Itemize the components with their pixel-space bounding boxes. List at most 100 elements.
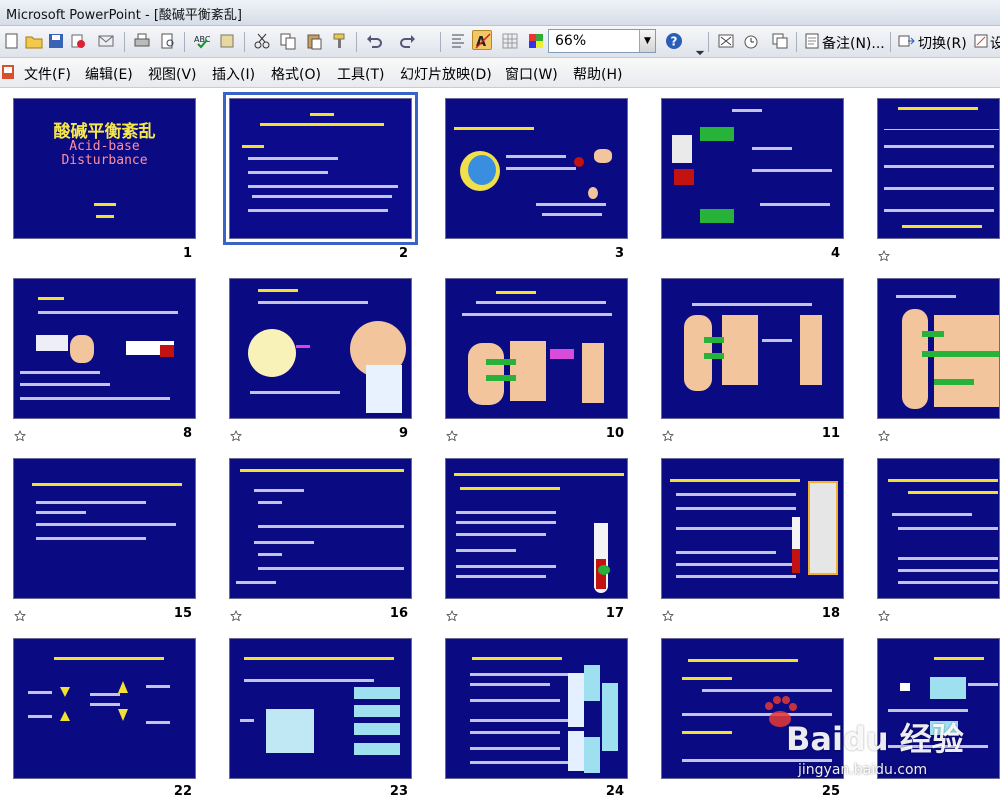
slide-thumbnail[interactable] (13, 278, 196, 419)
paste-icon[interactable] (304, 31, 324, 51)
transition-icon[interactable] (896, 31, 916, 51)
title-bar: Microsoft PowerPoint - [酸碱平衡紊乱] (0, 0, 1000, 26)
slide-number: 23 (389, 784, 408, 799)
toolbar-separator (796, 32, 797, 52)
slide-thumbnail[interactable] (229, 278, 412, 419)
slide-thumbnail[interactable] (877, 98, 1000, 239)
menu-tools[interactable]: 工具(T) (337, 64, 384, 84)
window-title: Microsoft PowerPoint - [酸碱平衡紊乱] (6, 8, 242, 23)
menu-slideshow[interactable]: 幻灯片放映(D) (400, 64, 492, 84)
transition-star-icon[interactable] (662, 430, 674, 442)
transition-star-icon[interactable] (14, 430, 26, 442)
email-icon[interactable] (96, 31, 116, 51)
slide-number: 16 (389, 606, 408, 621)
save-icon[interactable] (46, 31, 66, 51)
slide-number: 17 (605, 606, 624, 621)
new-document-icon[interactable] (2, 31, 22, 51)
slide-number: 22 (173, 784, 192, 799)
undo-icon[interactable] (364, 31, 384, 51)
slide-thumbnail[interactable] (877, 278, 1000, 419)
slide-thumbnail[interactable] (445, 638, 628, 779)
slide-thumbnail[interactable] (13, 458, 196, 599)
menu-view[interactable]: 视图(V) (148, 64, 197, 84)
notes-icon[interactable] (802, 31, 822, 51)
menu-help[interactable]: 帮助(H) (573, 64, 622, 84)
summary-slide-icon[interactable] (770, 31, 790, 51)
toolbar-separator (244, 32, 245, 52)
slide-number: 10 (605, 426, 624, 441)
slide-thumbnail[interactable]: 酸碱平衡紊乱 Acid-base Disturbance (13, 98, 196, 239)
menu-edit[interactable]: 编辑(E) (85, 64, 133, 84)
slide-number: 3 (614, 246, 624, 261)
switch-button[interactable]: 切换(R) (918, 33, 967, 53)
design-button[interactable]: 设 (990, 33, 1000, 53)
slide-thumbnail[interactable] (661, 278, 844, 419)
grid-icon[interactable] (500, 31, 520, 51)
show-formatting-icon[interactable]: A (472, 30, 492, 50)
slide-thumbnail[interactable] (13, 638, 196, 779)
transition-star-icon[interactable] (446, 610, 458, 622)
slide-thumbnail[interactable] (445, 278, 628, 419)
transition-star-icon[interactable] (662, 610, 674, 622)
rehearse-timings-icon[interactable] (742, 31, 762, 51)
redo-icon[interactable] (398, 31, 418, 51)
menu-window[interactable]: 窗口(W) (505, 64, 558, 84)
slide-number: 25 (821, 784, 840, 799)
slide-number: 1 (182, 246, 192, 261)
help-icon[interactable]: ? (664, 31, 684, 51)
slide-thumbnail[interactable] (877, 638, 1000, 779)
cut-icon[interactable] (252, 31, 272, 51)
slide-number: 11 (821, 426, 840, 441)
open-folder-icon[interactable] (24, 31, 44, 51)
notes-button[interactable]: 备注(N)... (822, 33, 885, 53)
app-document-icon[interactable] (2, 64, 16, 80)
slide-thumbnail[interactable] (229, 638, 412, 779)
slide-number: 9 (398, 426, 408, 441)
toolbar-separator (440, 32, 441, 52)
slide-number: 18 (821, 606, 840, 621)
copy-icon[interactable] (278, 31, 298, 51)
permission-icon[interactable] (68, 31, 88, 51)
spelling-icon[interactable]: ABC (192, 31, 212, 51)
toolbar-options-icon[interactable] (690, 38, 705, 56)
slide-subtitle: Disturbance (61, 153, 148, 168)
slide-number: 4 (830, 246, 840, 261)
transition-star-icon[interactable] (14, 610, 26, 622)
transition-star-icon[interactable] (230, 430, 242, 442)
slide-thumbnail[interactable] (445, 458, 628, 599)
menu-format[interactable]: 格式(O) (271, 64, 321, 84)
slide-thumbnail[interactable] (661, 458, 844, 599)
slide-number: 24 (605, 784, 624, 799)
transition-star-icon[interactable] (878, 430, 890, 442)
research-icon[interactable] (218, 31, 238, 51)
design-icon[interactable] (972, 31, 992, 51)
transition-star-icon[interactable] (878, 610, 890, 622)
toolbar-separator (356, 32, 357, 52)
slide-thumbnail[interactable] (229, 458, 412, 599)
transition-star-icon[interactable] (230, 610, 242, 622)
slide-number: 2 (398, 246, 408, 261)
slide-thumbnail[interactable] (661, 98, 844, 239)
svg-text:ABC: ABC (194, 35, 211, 44)
slide-thumbnail[interactable] (223, 92, 418, 245)
toolbar-separator (184, 32, 185, 52)
slide-thumbnail[interactable] (445, 98, 628, 239)
color-grayscale-icon[interactable] (526, 31, 546, 51)
slide-thumbnail[interactable] (661, 638, 844, 779)
menu-insert[interactable]: 插入(I) (212, 64, 255, 84)
slide-number: 15 (173, 606, 192, 621)
menu-file[interactable]: 文件(F) (24, 64, 71, 84)
hide-slide-icon[interactable] (716, 31, 736, 51)
zoom-value: 66% (555, 33, 587, 49)
transition-star-icon[interactable] (878, 250, 890, 262)
transition-star-icon[interactable] (446, 430, 458, 442)
chevron-down-icon[interactable]: ▼ (639, 30, 655, 52)
zoom-dropdown[interactable]: 66% ▼ (548, 29, 656, 53)
slide-number: 8 (182, 426, 192, 441)
format-painter-icon[interactable] (330, 31, 350, 51)
print-icon[interactable] (132, 31, 152, 51)
print-preview-icon[interactable] (158, 31, 178, 51)
slide-thumbnail[interactable] (877, 458, 1000, 599)
expand-all-icon[interactable] (448, 31, 468, 51)
svg-text:?: ? (671, 35, 678, 49)
